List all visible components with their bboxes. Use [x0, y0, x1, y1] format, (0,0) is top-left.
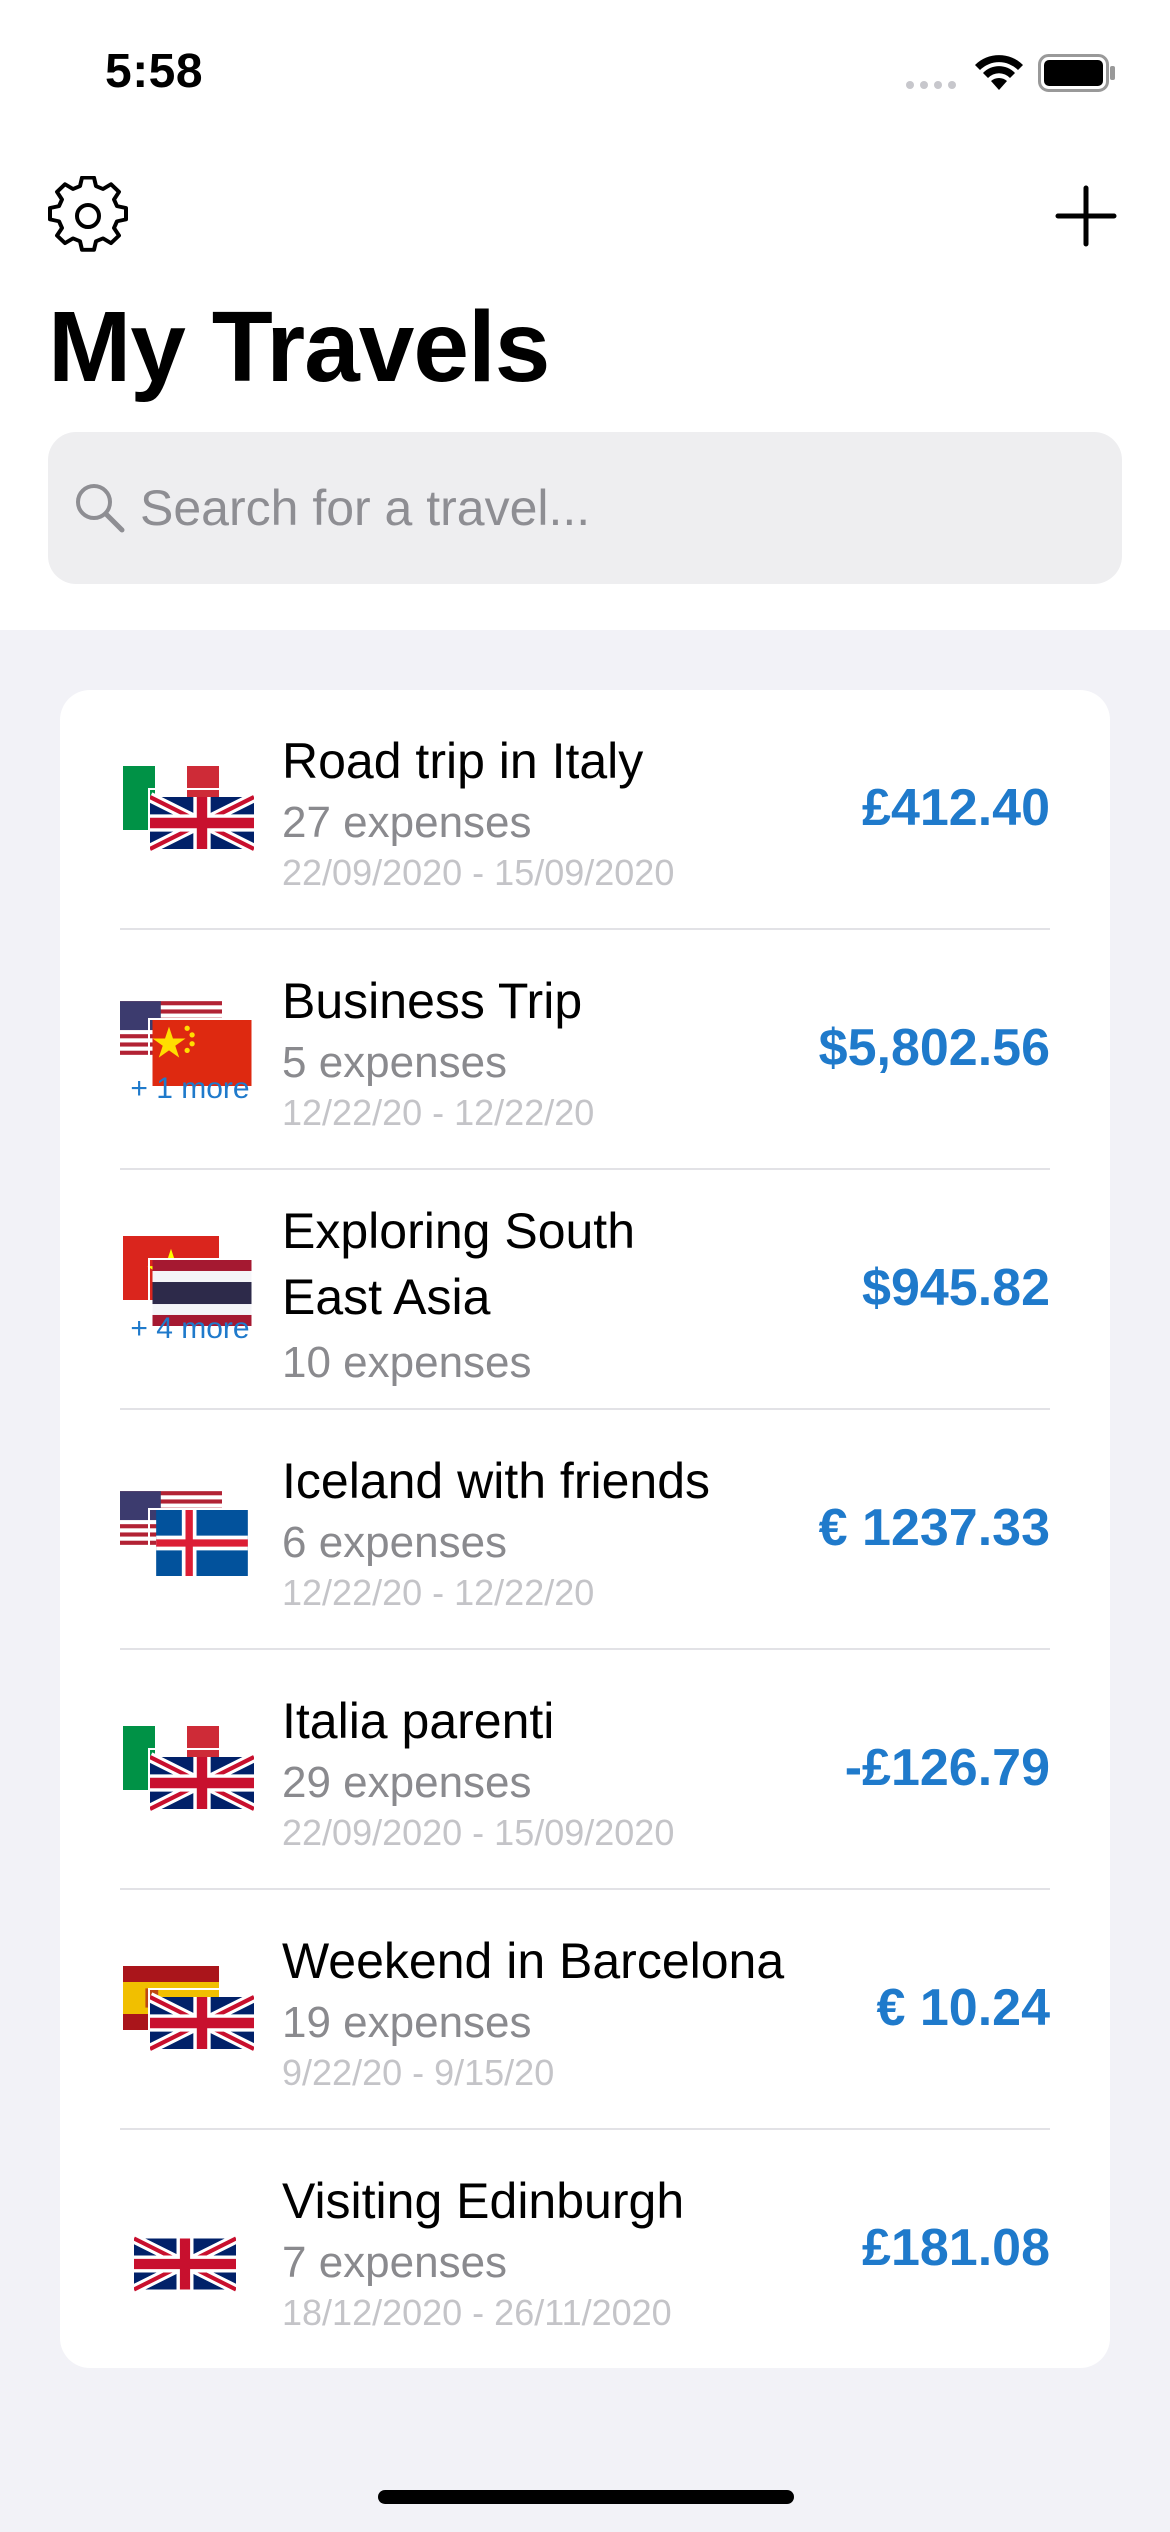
flag-stack — [120, 1486, 260, 1596]
plus-icon[interactable] — [1048, 178, 1124, 254]
iceland-flag-icon — [150, 1510, 254, 1576]
flag-stack — [120, 1726, 260, 1836]
travel-total: £181.08 — [862, 2219, 1050, 2277]
travel-title-line-1: Exploring South — [282, 1203, 636, 1259]
travel-list: Road trip in Italy 27 expenses 22/09/202… — [60, 690, 1110, 2368]
expense-count: 6 expenses — [282, 1518, 508, 1567]
expense-count: 7 expenses — [282, 2238, 508, 2287]
expense-count: 27 expenses — [282, 798, 532, 847]
flag-stack — [120, 1966, 260, 2076]
travel-row-weekend-in-barcelona[interactable]: Weekend in Barcelona 19 expenses 9/22/20… — [60, 1890, 1110, 2130]
expense-count: 5 expenses — [282, 1038, 508, 1087]
travel-row-business-trip[interactable]: + 1 more Business Trip 5 expenses 12/22/… — [60, 930, 1110, 1170]
travel-total: € 10.24 — [876, 1979, 1051, 2037]
search-input[interactable] — [140, 432, 1100, 584]
flag-stack — [120, 2194, 260, 2304]
travel-total: € 1237.33 — [818, 1499, 1050, 1557]
travel-dates: 22/09/2020 - 15/09/2020 — [282, 852, 675, 893]
expense-count: 19 expenses — [282, 1998, 532, 2047]
travel-total: £412.40 — [862, 779, 1050, 837]
travel-row-visiting-edinburgh[interactable]: Visiting Edinburgh 7 expenses 18/12/2020… — [60, 2130, 1110, 2368]
battery-icon — [1038, 54, 1115, 92]
travel-row-road-trip-in-italy[interactable]: Road trip in Italy 27 expenses 22/09/202… — [60, 690, 1110, 930]
travel-dates: 12/22/20 - 12/22/20 — [282, 1092, 595, 1133]
wifi-icon — [975, 55, 1023, 90]
home-indicator[interactable] — [378, 2490, 794, 2504]
flag-stack — [120, 766, 260, 876]
travel-title-line-2: East Asia — [282, 1269, 491, 1325]
expense-count: 29 expenses — [282, 1758, 532, 1807]
travel-title: Business Trip — [282, 973, 583, 1029]
travel-dates: 12/22/20 - 12/22/20 — [282, 1572, 595, 1613]
travel-title: Road trip in Italy — [282, 733, 644, 789]
status-bar: 5:58 — [0, 0, 1170, 140]
uk-flag-icon — [150, 1990, 254, 2056]
travel-total: $5,802.56 — [818, 1019, 1050, 1077]
search-bar[interactable] — [48, 432, 1122, 584]
header: My Travels — [0, 140, 1170, 630]
uk-flag-icon — [134, 2232, 236, 2296]
travel-title: Iceland with friends — [282, 1453, 711, 1509]
travel-dates: 18/12/2020 - 26/11/2020 — [282, 2292, 672, 2333]
status-time: 5:58 — [105, 45, 204, 98]
travel-dates: 22/09/2020 - 15/09/2020 — [282, 1812, 675, 1853]
more-flags-link[interactable]: + 1 more — [120, 1072, 260, 1106]
cellular-signal-icon — [906, 81, 956, 89]
uk-flag-icon — [150, 790, 254, 856]
travel-total: -£126.79 — [844, 1739, 1050, 1797]
gear-icon[interactable] — [48, 176, 128, 256]
travel-title: Weekend in Barcelona — [282, 1933, 785, 1989]
travel-total: $945.82 — [862, 1259, 1050, 1317]
search-icon — [76, 484, 125, 533]
travel-title: Italia parenti — [282, 1693, 555, 1749]
page-title: My Travels — [48, 291, 550, 403]
travel-row-italia-parenti[interactable]: Italia parenti 29 expenses 22/09/2020 - … — [60, 1650, 1110, 1890]
travel-row-iceland-with-friends[interactable]: Iceland with friends 6 expenses 12/22/20… — [60, 1410, 1110, 1650]
travel-row-exploring-south-east-asia[interactable]: + 4 more Exploring South East Asia 10 ex… — [60, 1170, 1110, 1410]
travel-title: Visiting Edinburgh — [282, 2173, 685, 2229]
expense-count: 10 expenses — [282, 1338, 532, 1387]
travel-dates: 9/22/20 - 9/15/20 — [282, 2052, 555, 2093]
uk-flag-icon — [150, 1750, 254, 1816]
